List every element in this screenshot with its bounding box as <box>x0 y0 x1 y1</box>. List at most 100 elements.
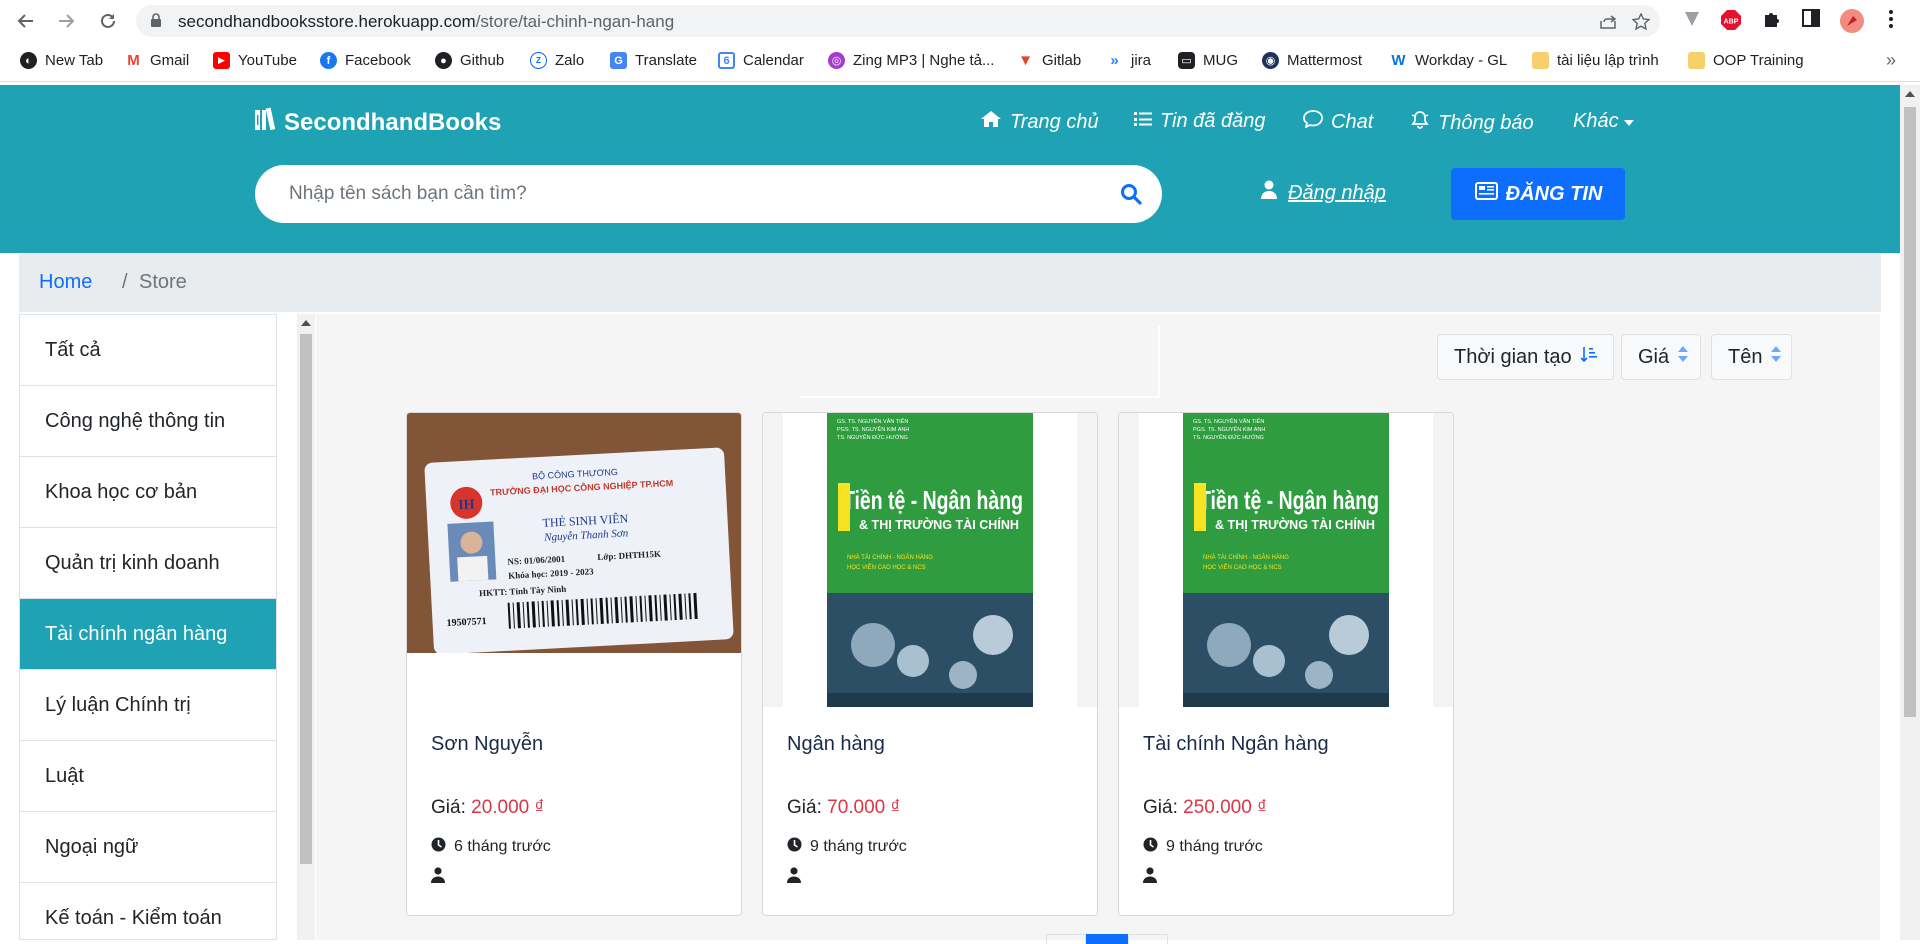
category-finance-banking[interactable]: Tài chính ngân hàng <box>20 599 276 670</box>
bookmark-star-icon[interactable] <box>1631 12 1651 36</box>
reload-icon[interactable] <box>94 7 122 35</box>
nav-notifications[interactable]: Thông báo <box>1410 110 1534 136</box>
product-card[interactable]: GS. TS. NGUYỄN VĂN TIẾN PGS. TS. NGUYỄN … <box>1118 412 1454 916</box>
globe-icon: ◐ <box>20 52 37 69</box>
search-box <box>255 165 1162 223</box>
book-title-line2: & THỊ TRƯỜNG TÀI CHÍNH <box>1215 517 1375 532</box>
bookmark-facebook[interactable]: f Facebook <box>320 52 411 69</box>
nav-chat[interactable]: Chat <box>1303 110 1373 134</box>
profile-avatar-icon[interactable] <box>1840 9 1864 38</box>
page-scroll-thumb[interactable] <box>1904 107 1916 717</box>
back-icon[interactable] <box>12 7 40 35</box>
books-logo-icon <box>254 107 282 138</box>
bookmark-folder-tai-lieu[interactable]: tài liệu lập trình <box>1532 52 1659 69</box>
bookmark-calendar[interactable]: 6 Calendar <box>718 52 804 69</box>
category-all[interactable]: Tất cả <box>20 315 276 386</box>
category-politics[interactable]: Lý luận Chính trị <box>20 670 276 741</box>
product-title[interactable]: Sơn Nguyễn <box>431 733 543 756</box>
bookmark-youtube[interactable]: ▶ YouTube <box>213 52 297 69</box>
scroll-up-arrow-icon[interactable] <box>301 320 311 326</box>
product-card[interactable]: GS. TS. NGUYỄN VĂN TIẾN PGS. TS. NGUYỄN … <box>762 412 1098 916</box>
adblock-icon[interactable]: ABP <box>1720 9 1742 36</box>
breadcrumb-home[interactable]: Home <box>39 271 92 294</box>
pagination-prev[interactable] <box>1046 934 1086 944</box>
bookmark-gitlab[interactable]: ▼ Gitlab <box>1017 52 1081 69</box>
product-card[interactable]: IH BỘ CÔNG THƯƠNG TRƯỜNG ĐẠI HỌC CÔNG NG… <box>406 412 742 916</box>
category-it[interactable]: Công nghệ thông tin <box>20 386 276 457</box>
breadcrumb-separator: / <box>122 271 128 293</box>
sidepanel-icon[interactable] <box>1802 9 1820 32</box>
bookmark-jira[interactable]: » jira <box>1106 52 1151 69</box>
sort-updown-icon <box>1677 345 1689 369</box>
page-scrollbar[interactable] <box>1900 85 1920 940</box>
newspaper-icon <box>1474 182 1498 206</box>
list-icon <box>1134 110 1152 133</box>
bookmark-gmail[interactable]: M Gmail <box>125 52 189 69</box>
product-title[interactable]: Tài chính Ngân hàng <box>1143 733 1329 756</box>
product-image-book-cover[interactable]: GS. TS. NGUYỄN VĂN TIẾN PGS. TS. NGUYỄN … <box>1119 413 1453 707</box>
bookmark-github[interactable]: ● Github <box>435 52 504 69</box>
category-law[interactable]: Luật <box>20 741 276 812</box>
category-languages[interactable]: Ngoại ngữ <box>20 812 276 883</box>
extensions-puzzle-icon[interactable] <box>1762 9 1782 34</box>
bookmark-translate[interactable]: G Translate <box>610 52 697 69</box>
product-area: Thời gian tạo Giá Tên IH BỘ CÔNG THƯƠNG … <box>316 314 1880 944</box>
nav-posted[interactable]: Tin đã đăng <box>1134 110 1265 133</box>
product-title[interactable]: Ngân hàng <box>787 733 885 756</box>
bookmarks-bar: ◐ New Tab M Gmail ▶ YouTube f Facebook ● Gith… <box>0 42 1920 82</box>
bookmark-zing[interactable]: ◎ Zing MP3 | Nghe tả... <box>828 52 994 69</box>
zalo-icon: Z <box>530 52 547 69</box>
pagination-next[interactable] <box>1128 934 1168 944</box>
sort-by-name-button[interactable]: Tên <box>1711 334 1792 380</box>
nav-more[interactable]: Khác <box>1573 110 1635 133</box>
category-business[interactable]: Quản trị kinh doanh <box>20 528 276 599</box>
menu-dots-icon[interactable] <box>1888 9 1894 34</box>
site-header: SecondhandBooks Trang chủ Tin đã đăng Ch… <box>0 85 1900 253</box>
bookmark-zalo[interactable]: Z Zalo <box>530 52 584 69</box>
card-id-text: 19507571 <box>446 616 487 629</box>
sort-by-time-button[interactable]: Thời gian tạo <box>1437 334 1614 380</box>
translate-icon: G <box>610 52 627 69</box>
content-scrollbar[interactable] <box>297 314 315 940</box>
book-bullet-2: HỌC VIÊN CAO HỌC & NCS <box>1203 563 1282 571</box>
post-listing-button[interactable]: ĐĂNG TIN <box>1451 168 1625 220</box>
sort-ascending-icon <box>1580 345 1598 369</box>
gitlab-icon: ▼ <box>1017 52 1034 69</box>
gmail-icon: M <box>125 52 142 69</box>
bookmark-new-tab[interactable]: ◐ New Tab <box>20 52 103 69</box>
vimium-icon[interactable] <box>1682 9 1702 34</box>
address-bar[interactable]: secondhandbooksstore.herokuapp.com/store… <box>136 5 1660 37</box>
book-author-3: TS. NGUYỄN ĐỨC HƯỞNG <box>837 434 908 441</box>
bookmark-workday[interactable]: W Workday - GL <box>1390 52 1507 69</box>
login-link[interactable]: Đăng nhập <box>1260 180 1386 206</box>
share-icon[interactable] <box>1600 13 1618 34</box>
product-price: Giá: 250.000 ₫ <box>1143 797 1267 818</box>
nav-home[interactable]: Trang chủ <box>980 110 1099 134</box>
product-price: Giá: 20.000 ₫ <box>431 797 545 818</box>
page-scroll-up-icon[interactable] <box>1905 91 1915 97</box>
category-sidebar: Tất cả Công nghệ thông tin Khoa học cơ b… <box>19 314 277 940</box>
search-icon[interactable] <box>1120 183 1142 210</box>
github-icon: ● <box>435 52 452 69</box>
lock-icon <box>150 13 162 33</box>
url-text: secondhandbooksstore.herokuapp.com/store… <box>178 12 675 31</box>
bookmarks-overflow-icon[interactable]: » <box>1886 50 1896 71</box>
forward-icon[interactable] <box>52 7 80 35</box>
category-basic-science[interactable]: Khoa học cơ bản <box>20 457 276 528</box>
seller-user-icon <box>1143 867 1157 888</box>
clock-icon <box>1143 837 1158 857</box>
book-author-3: TS. NGUYỄN ĐỨC HƯỞNG <box>1193 434 1264 441</box>
content-scroll-thumb[interactable] <box>300 334 312 864</box>
pagination-current[interactable] <box>1086 934 1128 944</box>
site-logo[interactable]: SecondhandBooks <box>254 107 501 138</box>
calendar-icon: 6 <box>718 52 735 69</box>
bookmark-mug[interactable]: ▭ MUG <box>1178 52 1238 69</box>
bookmark-folder-oop[interactable]: OOP Training <box>1688 52 1804 69</box>
search-input[interactable] <box>289 179 1089 209</box>
product-image-student-card[interactable]: IH BỘ CÔNG THƯƠNG TRƯỜNG ĐẠI HỌC CÔNG NG… <box>407 413 741 707</box>
bookmark-mattermost[interactable]: ◉ Mattermost <box>1262 52 1362 69</box>
category-accounting[interactable]: Kế toán - Kiểm toán <box>20 883 276 939</box>
product-image-book-cover[interactable]: GS. TS. NGUYỄN VĂN TIẾN PGS. TS. NGUYỄN … <box>763 413 1097 707</box>
sort-by-price-button[interactable]: Giá <box>1621 334 1701 380</box>
book-bullet-1: NHÀ TÀI CHÍNH - NGÂN HÀNG <box>1203 554 1289 561</box>
